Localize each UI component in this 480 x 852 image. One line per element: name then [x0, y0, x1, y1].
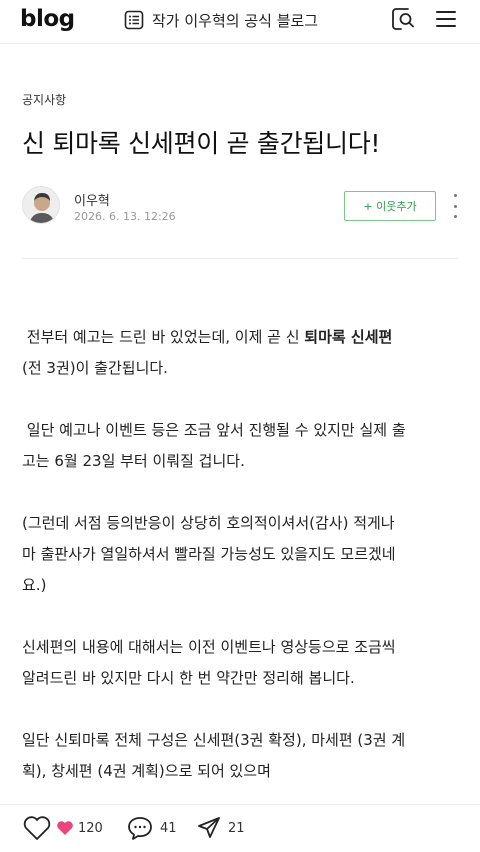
paragraph-line: 고는 6월 23일 부터 이뤄질 겁니다. — [22, 452, 245, 470]
author-name[interactable]: 이우혁 — [74, 190, 110, 209]
divider — [22, 258, 458, 259]
comment-icon — [128, 817, 152, 840]
paragraph-line: 일단 예고나 이벤트 등은 조금 앞서 진행될 수 있지만 실제 출 — [22, 421, 406, 439]
avatar[interactable] — [22, 186, 60, 224]
comment-button[interactable]: 41 — [126, 815, 177, 841]
list-icon — [124, 10, 144, 30]
blog-title: 작가 이우혁의 공식 블로그 — [152, 11, 319, 30]
paragraph-line: 일단 신퇴마록 전체 구성은 신세편(3권 확정), 마세편 (3권 계 — [22, 731, 406, 749]
share-icon — [198, 817, 220, 838]
blog-logo[interactable]: blog — [20, 6, 75, 32]
heart-filled-icon — [57, 821, 73, 835]
paragraph-line: 알려드린 바 있지만 다시 한 번 약간만 정리해 봅니다. — [22, 669, 355, 687]
share-count: 21 — [228, 820, 245, 836]
author-row: 이우혁 2026. 6. 13. 12:26 + 이웃추가 — [22, 186, 462, 230]
paragraph-line: 마 출판사가 열일하셔서 빨라질 가능성도 있을지도 모르겠네 — [22, 545, 396, 563]
comment-count: 41 — [160, 820, 177, 836]
paragraph-line: (전 3권)이 출간됩니다. — [22, 359, 168, 377]
heart-outline-icon — [23, 816, 51, 840]
post-date: 2026. 6. 13. 12:26 — [74, 210, 176, 223]
blog-title-link[interactable]: 작가 이우혁의 공식 블로그 — [124, 8, 318, 32]
paragraph-line: 신세편의 내용에 대해서는 이전 이벤트나 영상등으로 조금씩 — [22, 638, 396, 656]
more-options-icon[interactable] — [450, 194, 460, 218]
share-button[interactable]: 21 — [196, 815, 245, 841]
paragraph-line: 획), 창세편 (4권 계획)으로 되어 있으며 — [22, 762, 271, 780]
paragraph-line: 전부터 예고는 드린 바 있었는데, 이제 곧 신 퇴마록 신세편 — [22, 322, 393, 353]
search-icon[interactable] — [390, 6, 416, 32]
menu-icon[interactable] — [434, 7, 458, 31]
avatar-image — [23, 187, 59, 223]
like-count: 120 — [78, 820, 103, 836]
post-title: 신 퇴마록 신세편이 곧 출간됩니다! — [22, 129, 381, 158]
paragraph-line: (그런데 서점 등의반응이 상당히 호의적이셔서(감사) 적게나 — [22, 514, 395, 532]
post-category[interactable]: 공지사항 — [22, 91, 66, 108]
bold-text: 퇴마록 신세편 — [304, 328, 393, 346]
bottom-action-bar: 120 41 21 — [0, 804, 480, 852]
paragraph-line: 요.) — [22, 576, 47, 594]
text-span: 전부터 예고는 드린 바 있었는데, 이제 곧 신 — [22, 328, 305, 346]
like-button[interactable]: 120 — [22, 815, 103, 841]
top-bar: blog 작가 이우혁의 공식 블로그 — [0, 0, 480, 44]
add-neighbor-button[interactable]: + 이웃추가 — [344, 191, 436, 221]
